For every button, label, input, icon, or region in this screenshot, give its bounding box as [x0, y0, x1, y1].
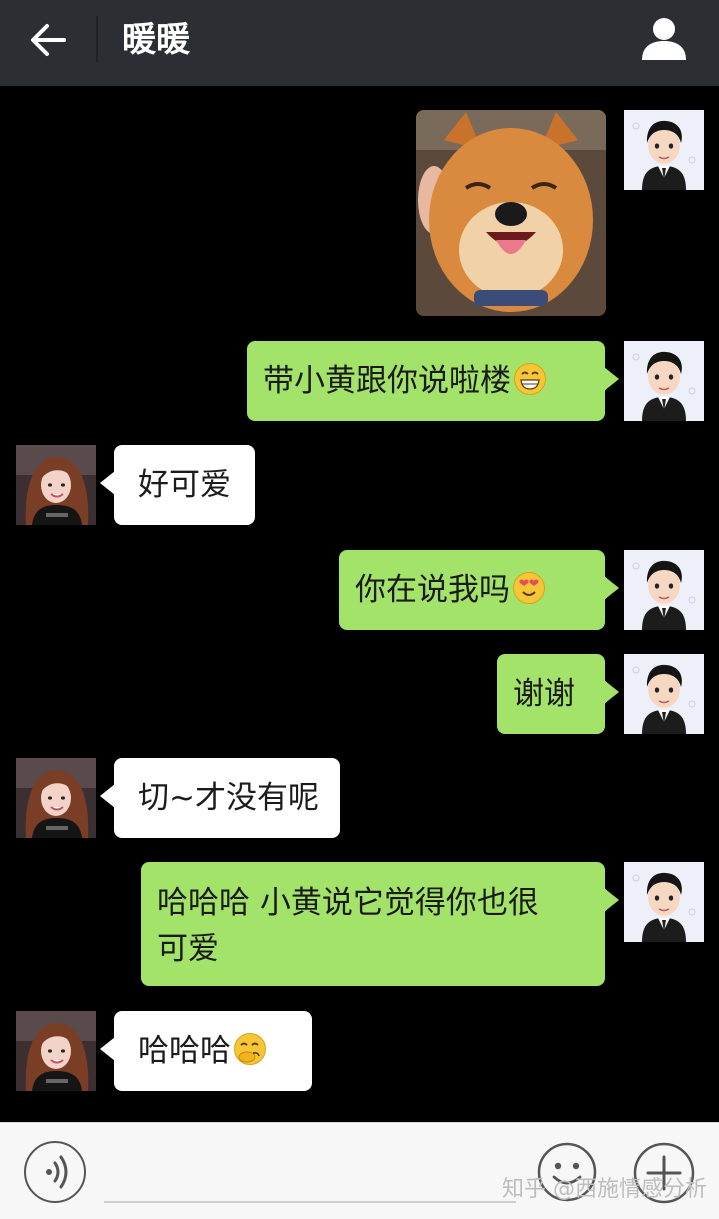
header-divider	[96, 16, 98, 62]
message-text: 谢谢	[513, 676, 575, 712]
message-text-line: 可爱	[157, 931, 219, 967]
message-bubble-incoming[interactable]: 哈哈哈	[100, 1011, 312, 1091]
message-input[interactable]	[104, 1201, 516, 1203]
message-text: 哈哈哈	[138, 1033, 231, 1069]
contact-avatar[interactable]	[16, 758, 96, 838]
my-avatar[interactable]	[624, 862, 704, 942]
message-bubble-outgoing[interactable]: 你在说我吗	[339, 550, 619, 630]
message-bubble-incoming[interactable]: 切~才没有呢	[100, 758, 340, 838]
shiba-inu-photo[interactable]	[416, 110, 606, 316]
my-avatar[interactable]	[624, 550, 704, 630]
grin-emoji	[513, 362, 547, 396]
contact-avatar[interactable]	[16, 1011, 96, 1091]
message-bubble-outgoing[interactable]: 哈哈哈 小黄说它觉得你也很 可爱	[141, 862, 619, 986]
contact-avatar[interactable]	[16, 445, 96, 525]
message-text-line: 哈哈哈 小黄说它觉得你也很	[157, 885, 539, 921]
message-bubble-outgoing[interactable]: 带小黄跟你说啦楼	[247, 341, 619, 421]
message-bubble-incoming[interactable]: 好可爱	[100, 445, 255, 525]
arrow-left-icon	[31, 24, 66, 56]
chat-header: 暖暖	[0, 0, 719, 86]
voice-button[interactable]	[24, 1141, 86, 1203]
watermark: 知乎 @西施情感分析	[502, 1177, 707, 1202]
back-button[interactable]	[24, 16, 74, 66]
person-icon	[642, 18, 686, 60]
chat-title: 暖暖	[122, 20, 190, 60]
heart-eyes-emoji	[512, 571, 546, 605]
my-avatar[interactable]	[624, 110, 704, 190]
giggle-emoji	[233, 1032, 267, 1066]
message-text: 你在说我吗	[355, 572, 510, 608]
input-bar	[0, 1122, 719, 1219]
message-bubble-outgoing[interactable]: 谢谢	[497, 654, 619, 734]
message-text: 切~才没有呢	[138, 780, 319, 816]
my-avatar[interactable]	[624, 341, 704, 421]
my-avatar[interactable]	[624, 654, 704, 734]
message-text: 好可爱	[138, 467, 231, 503]
profile-button[interactable]	[638, 14, 690, 66]
message-text: 带小黄跟你说啦楼	[263, 363, 511, 399]
voice-icon	[46, 1155, 68, 1189]
